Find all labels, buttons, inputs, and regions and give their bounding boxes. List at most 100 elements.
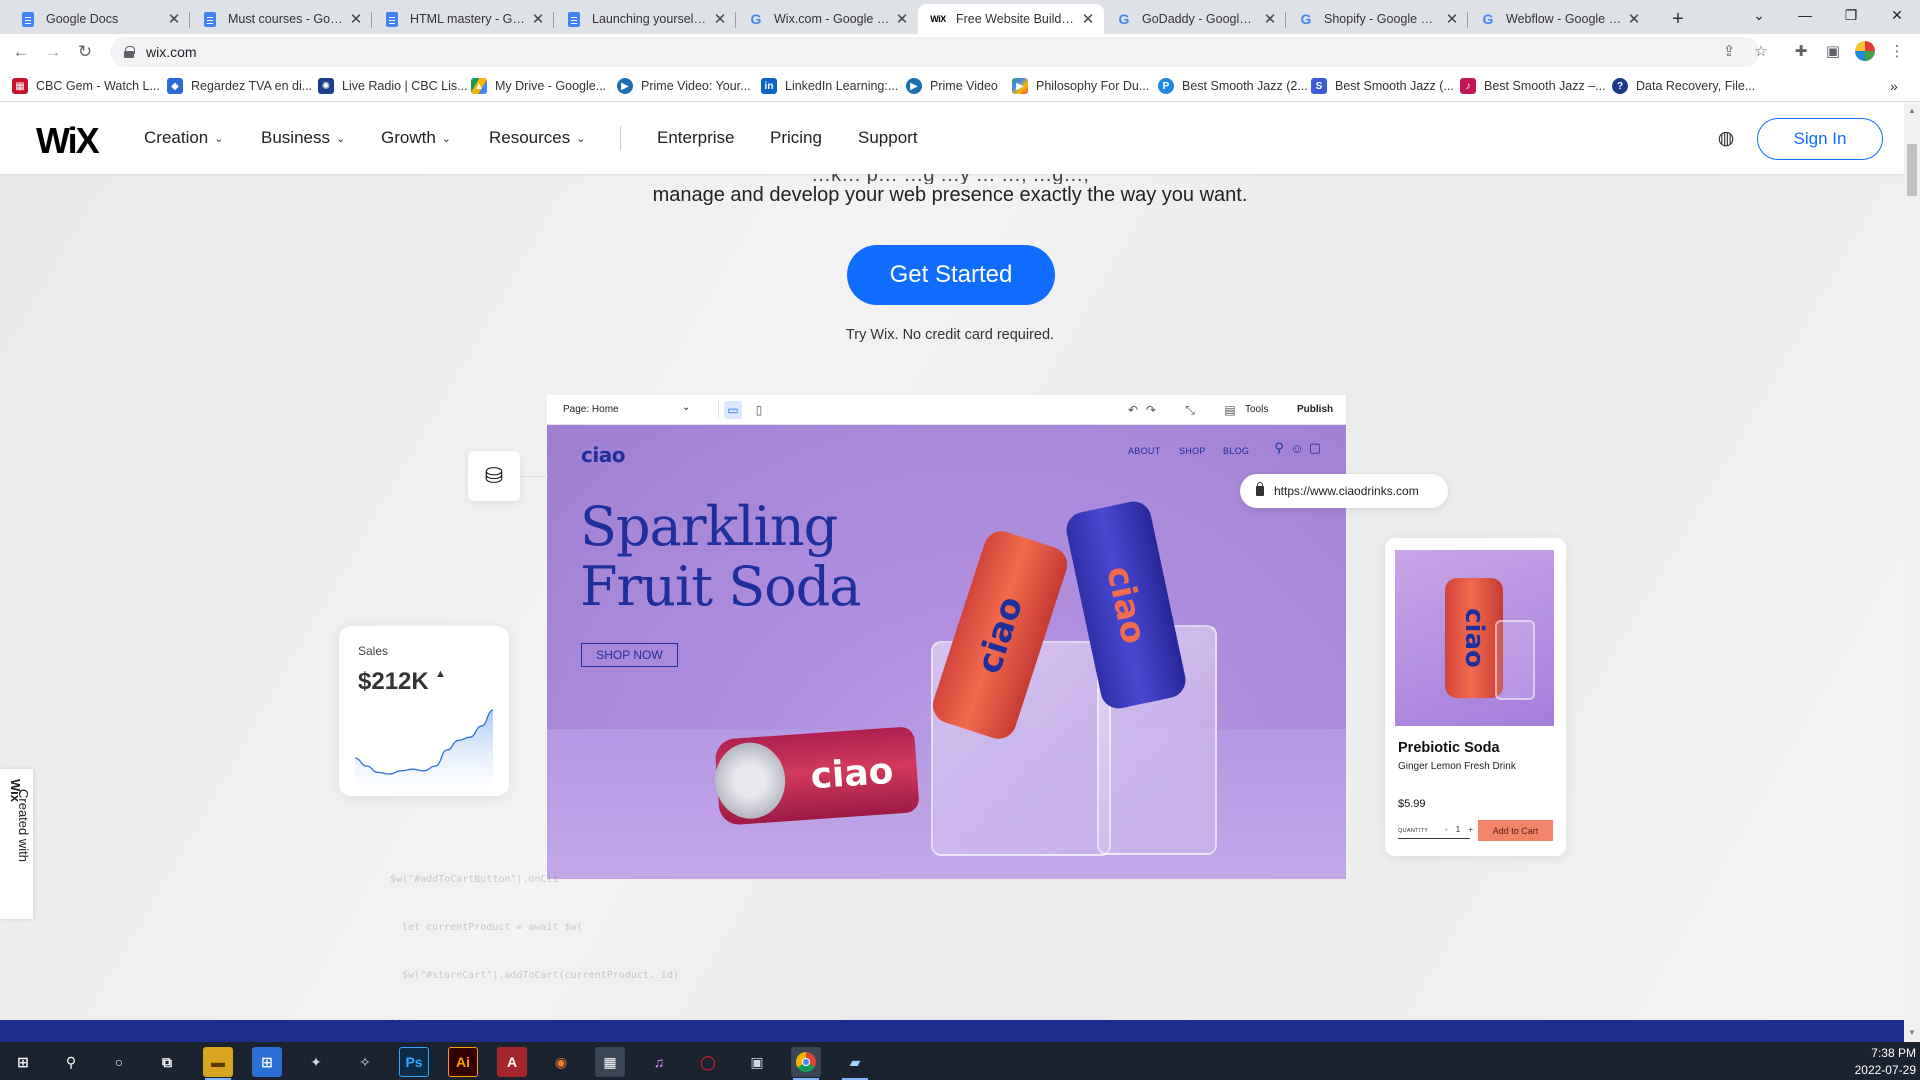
forward-icon[interactable]: → xyxy=(40,39,66,65)
mobile-view-icon[interactable]: ▯ xyxy=(750,401,768,419)
profile-avatar[interactable] xyxy=(1853,39,1877,63)
undo-icon[interactable]: ↶ xyxy=(1124,401,1142,419)
browser-tab[interactable]: G GoDaddy - Google Search ✕ xyxy=(1104,4,1286,34)
browser-tab[interactable]: G Wix.com - Google Search ✕ xyxy=(736,4,918,34)
publish-button[interactable]: Publish xyxy=(1297,404,1333,415)
tools-button[interactable]: Tools xyxy=(1245,404,1268,415)
browser-tab[interactable]: G Shopify - Google Search ✕ xyxy=(1286,4,1468,34)
tools-icon[interactable]: ▤ xyxy=(1221,401,1239,419)
close-icon[interactable]: ✕ xyxy=(1626,11,1642,28)
bookmark-item[interactable]: ▦ CBC Gem - Watch L... xyxy=(12,76,160,96)
access-icon[interactable]: A xyxy=(497,1047,527,1077)
browser-tab[interactable]: Must courses - Google Docs ✕ xyxy=(190,4,372,34)
bookmark-item[interactable]: ✺ Live Radio | CBC Lis... xyxy=(318,76,468,96)
cart-icon[interactable]: ▢ xyxy=(1307,440,1323,456)
sign-in-button[interactable]: Sign In xyxy=(1757,118,1883,160)
nav-resources[interactable]: Resources ⌄ xyxy=(489,128,585,148)
close-window-icon[interactable]: ✕ xyxy=(1874,0,1920,30)
shop-now-button[interactable]: SHOP NOW xyxy=(581,643,678,667)
reload-icon[interactable]: ↻ xyxy=(72,39,98,65)
app-icon[interactable]: ✦ xyxy=(301,1047,331,1077)
bookmark-star-icon[interactable]: ☆ xyxy=(1749,39,1773,63)
bookmark-item[interactable]: ♪ Best Smooth Jazz –... xyxy=(1460,76,1606,96)
cortana-icon[interactable]: ○ xyxy=(104,1047,134,1077)
zoom-out-icon[interactable]: ⤡ xyxy=(1181,401,1199,419)
photoshop-icon[interactable]: Ps xyxy=(399,1047,429,1077)
nav-business[interactable]: Business ⌄ xyxy=(261,128,345,148)
nav-growth[interactable]: Growth ⌄ xyxy=(381,128,451,148)
nav-support[interactable]: Support xyxy=(858,128,918,148)
close-icon[interactable]: ✕ xyxy=(1080,11,1096,28)
increment-icon[interactable]: + xyxy=(1468,825,1473,834)
page-select[interactable]: Page: Home xyxy=(563,404,619,415)
close-icon[interactable]: ✕ xyxy=(1262,11,1278,28)
bookmark-item[interactable]: ▶ Philosophy For Du... xyxy=(1012,76,1149,96)
bookmark-item[interactable]: ◆ Regardez TVA en di... xyxy=(167,76,312,96)
bookmarks-overflow-icon[interactable]: » xyxy=(1890,76,1898,96)
app-icon[interactable]: ▣ xyxy=(742,1047,772,1077)
tab-search-icon[interactable]: ⌄ xyxy=(1736,0,1782,30)
site-nav-shop[interactable]: SHOP xyxy=(1179,446,1206,456)
scrollbar[interactable]: ▲ ▼ xyxy=(1904,102,1920,1042)
site-nav-about[interactable]: ABOUT xyxy=(1128,446,1161,456)
address-bar[interactable]: wix.com xyxy=(110,37,1760,67)
bookmark-item[interactable]: S Best Smooth Jazz (... xyxy=(1311,76,1454,96)
nav-pricing[interactable]: Pricing xyxy=(770,128,822,148)
nav-enterprise[interactable]: Enterprise xyxy=(657,128,734,148)
quantity-stepper[interactable]: - 1 + xyxy=(1445,825,1473,834)
bookmark-item[interactable]: ▲ My Drive - Google... xyxy=(471,76,606,96)
share-icon[interactable]: ⇪ xyxy=(1717,39,1741,63)
desktop-view-icon[interactable]: ▭ xyxy=(724,401,742,419)
calculator-icon[interactable]: ▦ xyxy=(595,1047,625,1077)
browser-tab-active[interactable]: WiX Free Website Builder | Create a Free… xyxy=(918,4,1104,34)
blender-icon[interactable]: ◉ xyxy=(546,1047,576,1077)
close-icon[interactable]: ✕ xyxy=(530,11,546,28)
close-icon[interactable]: ✕ xyxy=(894,11,910,28)
back-icon[interactable]: ← xyxy=(8,39,34,65)
site-nav-blog[interactable]: BLOG xyxy=(1223,446,1249,456)
system-clock[interactable]: 7:38 PM 2022-07-29 xyxy=(1836,1045,1916,1079)
browser-tab[interactable]: G Webflow - Google Search ✕ xyxy=(1468,4,1650,34)
bookmark-item[interactable]: ▶ Prime Video: Your... xyxy=(617,76,751,96)
illustrator-icon[interactable]: Ai xyxy=(448,1047,478,1077)
browser-tab[interactable]: Launching yourself - Google Docs ✕ xyxy=(554,4,736,34)
notepad-icon[interactable]: ▰ xyxy=(840,1047,870,1080)
search-icon[interactable]: ⚲ xyxy=(1271,440,1287,456)
scrollbar-thumb[interactable] xyxy=(1907,144,1917,196)
wix-logo[interactable]: WiX xyxy=(36,120,100,162)
extensions-icon[interactable]: ✚ xyxy=(1789,39,1813,63)
close-icon[interactable]: ✕ xyxy=(348,11,364,28)
search-icon[interactable]: ⚲ xyxy=(56,1047,86,1077)
bookmark-item[interactable]: in LinkedIn Learning:... xyxy=(761,76,898,96)
file-explorer-icon[interactable]: ▬ xyxy=(203,1047,233,1080)
bookmark-item[interactable]: P Best Smooth Jazz (2... xyxy=(1158,76,1308,96)
windows-start-icon[interactable]: ⊞ xyxy=(8,1047,38,1077)
user-icon[interactable]: ☺ xyxy=(1289,440,1305,456)
browser-tab[interactable]: Google Docs ✕ xyxy=(8,4,190,34)
app-icon[interactable]: ✧ xyxy=(350,1047,380,1077)
scroll-down-icon[interactable]: ▼ xyxy=(1908,1028,1916,1037)
decrement-icon[interactable]: - xyxy=(1445,825,1448,834)
created-with-wix-badge[interactable]: Created with Wix xyxy=(0,769,33,919)
globe-icon[interactable]: ◍ xyxy=(1715,127,1737,149)
opera-icon[interactable]: ◯ xyxy=(693,1047,723,1077)
bookmark-item[interactable]: ▶ Prime Video xyxy=(906,76,998,96)
bookmark-item[interactable]: ? Data Recovery, File... xyxy=(1612,76,1755,96)
redo-icon[interactable]: ↷ xyxy=(1142,401,1160,419)
microsoft-store-icon[interactable]: ⊞ xyxy=(252,1047,282,1077)
get-started-button[interactable]: Get Started xyxy=(847,245,1055,305)
task-view-icon[interactable]: ⧉ xyxy=(152,1047,182,1077)
itunes-icon[interactable]: ♫ xyxy=(644,1047,674,1077)
browser-menu-icon[interactable]: ⋮ xyxy=(1885,39,1909,63)
restore-icon[interactable]: ❐ xyxy=(1828,0,1874,30)
close-icon[interactable]: ✕ xyxy=(712,11,728,28)
add-to-cart-button[interactable]: Add to Cart xyxy=(1478,820,1553,841)
minimize-icon[interactable]: — xyxy=(1782,0,1828,30)
browser-tab[interactable]: HTML mastery - Google Docs ✕ xyxy=(372,4,554,34)
chevron-down-icon[interactable]: ⌄ xyxy=(682,402,690,413)
nav-creation[interactable]: Creation ⌄ xyxy=(144,128,223,148)
new-tab-button[interactable]: + xyxy=(1664,5,1692,33)
chrome-icon[interactable] xyxy=(791,1047,821,1080)
close-icon[interactable]: ✕ xyxy=(1444,11,1460,28)
scroll-up-icon[interactable]: ▲ xyxy=(1908,106,1916,115)
